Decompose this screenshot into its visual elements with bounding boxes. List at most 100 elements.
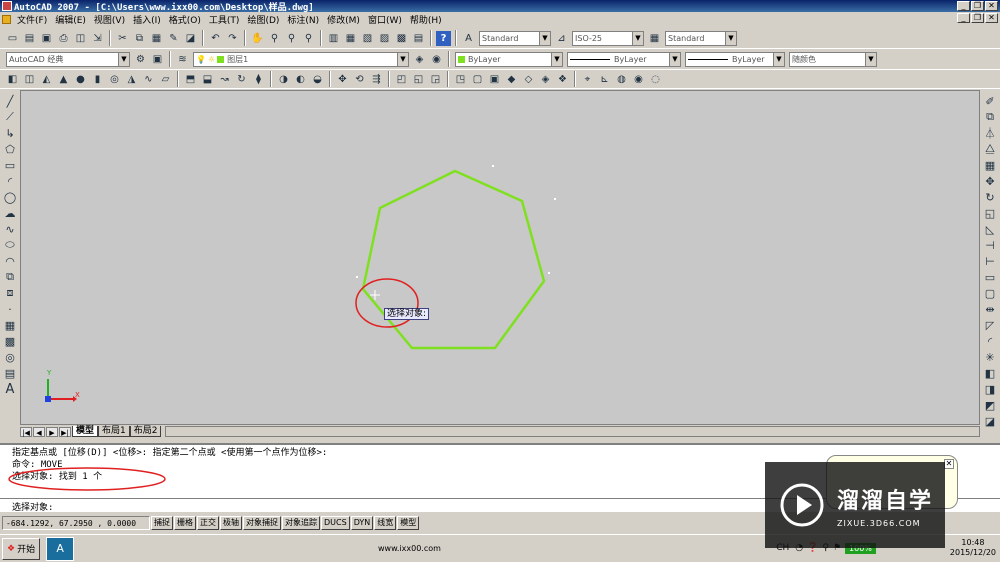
layer-manager-icon[interactable]: ≋ — [175, 52, 190, 67]
menu-file[interactable]: 文件(F) — [13, 13, 51, 26]
se-iso-icon[interactable]: ◇ — [521, 72, 536, 87]
sheet-set-icon[interactable]: ▨ — [377, 31, 392, 46]
stretch-icon[interactable]: ◺ — [980, 221, 1000, 237]
construction-line-icon[interactable]: ⟋ — [0, 109, 20, 125]
color-combo[interactable]: ByLayer ▼ — [455, 51, 563, 67]
layer-combo[interactable]: 💡 ☼ 图层1 ▼ — [193, 51, 409, 67]
zoom-window-icon[interactable]: ⚲ — [284, 31, 299, 46]
model-toggle[interactable]: 模型 — [397, 516, 420, 530]
ellipse-arc-icon[interactable]: ◠ — [0, 253, 20, 269]
sweep-icon[interactable]: ↝ — [217, 72, 232, 87]
ellipse-icon[interactable]: ⬭ — [0, 237, 20, 253]
text-style-combo[interactable]: Standard ▼ — [479, 30, 551, 46]
chevron-down-icon[interactable]: ▼ — [725, 31, 736, 45]
copy-icon[interactable]: ⧉ — [132, 31, 147, 46]
calculator-icon[interactable]: ▤ — [411, 31, 426, 46]
3d-rotate-icon[interactable]: ⟲ — [352, 72, 367, 87]
trim-icon[interactable]: ⊣ — [980, 237, 1000, 253]
doc-minimize-button[interactable]: _ — [957, 13, 970, 23]
3d-align-icon[interactable]: ⇶ — [369, 72, 384, 87]
subtract-icon[interactable]: ◐ — [293, 72, 308, 87]
polygon-icon[interactable]: ⬠ — [0, 141, 20, 157]
chevron-down-icon[interactable]: ▼ — [118, 52, 129, 66]
lineweight-combo[interactable]: ByLayer ▼ — [685, 51, 785, 67]
line-icon[interactable]: ╱ — [0, 93, 20, 109]
table-style-combo[interactable]: Standard ▼ — [665, 30, 737, 46]
menu-window[interactable]: 窗口(W) — [364, 13, 406, 26]
tab-model[interactable]: 模型 — [72, 426, 99, 437]
chevron-down-icon[interactable]: ▼ — [773, 52, 784, 66]
undo-icon[interactable]: ↶ — [208, 31, 223, 46]
render-icon[interactable]: ◉ — [631, 72, 646, 87]
union-icon[interactable]: ◑ — [276, 72, 291, 87]
copy-object-icon[interactable]: ⧉ — [980, 109, 1000, 125]
array-icon[interactable]: ▦ — [980, 157, 1000, 173]
polar-toggle[interactable]: 极轴 — [220, 516, 242, 530]
extend-icon[interactable]: ⊢ — [980, 253, 1000, 269]
paste-icon[interactable]: ▦ — [149, 31, 164, 46]
tool-palettes-icon[interactable]: ▧ — [360, 31, 375, 46]
rectangle-icon[interactable]: ▭ — [0, 157, 20, 173]
planar-surface-icon[interactable]: ▱ — [158, 72, 173, 87]
view-bottom-icon[interactable]: ◱ — [411, 72, 426, 87]
zoom-realtime-icon[interactable]: ⚲ — [267, 31, 282, 46]
scale-icon[interactable]: ◱ — [980, 205, 1000, 221]
lineweight-toggle[interactable]: 线宽 — [374, 516, 397, 530]
presspull-icon[interactable]: ⬓ — [200, 72, 215, 87]
torus-icon[interactable]: ◎ — [107, 72, 122, 87]
cut-icon[interactable]: ✂ — [115, 31, 130, 46]
view-right-icon[interactable]: ◳ — [453, 72, 468, 87]
close-button[interactable]: ✕ — [985, 1, 998, 11]
make-current-layer-icon[interactable]: ◈ — [412, 52, 427, 67]
chamfer-icon[interactable]: ◸ — [980, 317, 1000, 333]
ucs-icon[interactable]: ⊾ — [597, 72, 612, 87]
chevron-down-icon[interactable]: ▼ — [551, 52, 562, 66]
hatch-icon[interactable]: ▦ — [0, 317, 20, 333]
chevron-down-icon[interactable]: ▼ — [669, 52, 680, 66]
view-left-icon[interactable]: ◲ — [428, 72, 443, 87]
wedge-icon[interactable]: ◭ — [39, 72, 54, 87]
chevron-down-icon[interactable]: ▼ — [865, 52, 876, 66]
view-top-icon[interactable]: ◰ — [394, 72, 409, 87]
layer-states-icon[interactable]: ◨ — [980, 381, 1000, 397]
explode-icon[interactable]: ✳ — [980, 349, 1000, 365]
arc-icon[interactable]: ◜ — [0, 173, 20, 189]
make-block-icon[interactable]: ⧈ — [0, 285, 20, 301]
circle-icon[interactable]: ◯ — [0, 189, 20, 205]
dyn-toggle[interactable]: DYN — [350, 516, 374, 530]
move-icon[interactable]: ✥ — [980, 173, 1000, 189]
heptagon-shape[interactable] — [361, 169, 546, 350]
revision-cloud-icon[interactable]: ☁ — [0, 205, 20, 221]
menu-draw[interactable]: 绘图(D) — [243, 13, 283, 26]
erase-icon[interactable]: ✐ — [980, 93, 1000, 109]
restore-button[interactable]: ❐ — [971, 1, 984, 11]
minimize-button[interactable]: _ — [957, 1, 970, 11]
extrude-icon[interactable]: ⬒ — [183, 72, 198, 87]
3d-move-icon[interactable]: ✥ — [335, 72, 350, 87]
dim-style-combo[interactable]: ISO-25 ▼ — [572, 30, 644, 46]
clock[interactable]: 10:48 2015/12/20 — [950, 538, 996, 558]
workspace-combo[interactable]: AutoCAD 经典 ▼ — [6, 51, 130, 67]
draworder-icon[interactable]: ◩ — [980, 397, 1000, 413]
view-back-icon[interactable]: ▣ — [487, 72, 502, 87]
spline-icon[interactable]: ∿ — [0, 221, 20, 237]
properties-icon[interactable]: ▥ — [326, 31, 341, 46]
menu-modify[interactable]: 修改(M) — [323, 13, 364, 26]
osnap-toggle[interactable]: 对象捕捉 — [243, 516, 281, 530]
redo-icon[interactable]: ↷ — [225, 31, 240, 46]
join-icon[interactable]: ⇹ — [980, 301, 1000, 317]
zoom-previous-icon[interactable]: ⚲ — [301, 31, 316, 46]
region-icon[interactable]: ◎ — [0, 349, 20, 365]
mirror-icon[interactable]: ⏃ — [980, 125, 1000, 141]
next-tab-icon[interactable]: ▶ — [46, 426, 58, 437]
quick-select-icon[interactable]: ◪ — [980, 413, 1000, 429]
visual-style-icon[interactable]: ◍ — [614, 72, 629, 87]
break-icon[interactable]: ▢ — [980, 285, 1000, 301]
last-tab-icon[interactable]: ▶| — [59, 426, 71, 437]
sphere-icon[interactable]: ● — [73, 72, 88, 87]
menu-dimension[interactable]: 标注(N) — [283, 13, 323, 26]
ducs-toggle[interactable]: DUCS — [321, 516, 350, 530]
doc-restore-button[interactable]: ❐ — [971, 13, 984, 23]
document-icon[interactable] — [2, 15, 11, 24]
table-icon[interactable]: ▤ — [0, 365, 20, 381]
